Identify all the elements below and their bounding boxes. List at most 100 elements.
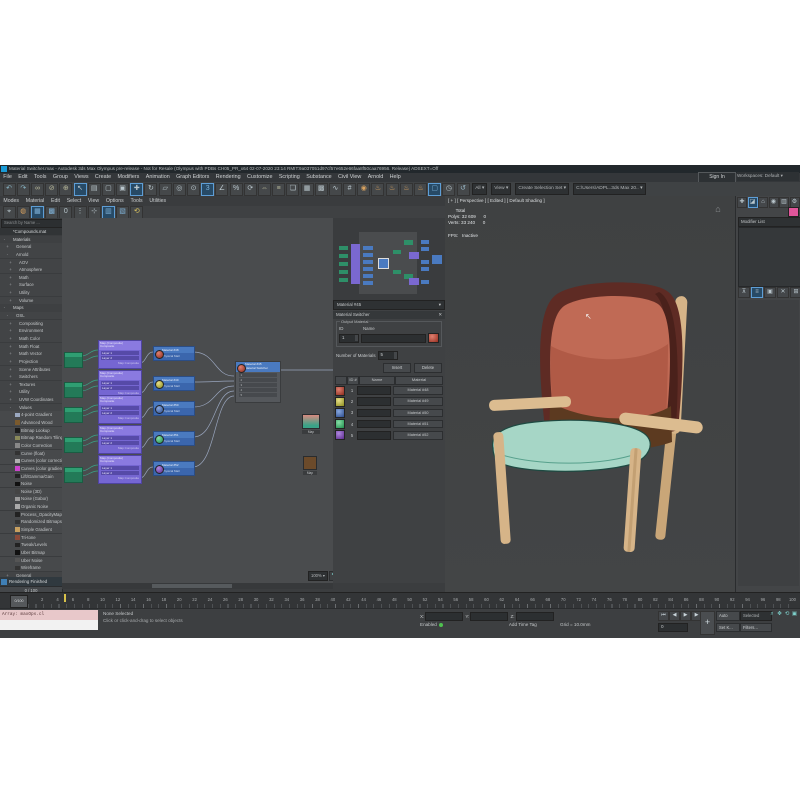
timeline-ruler[interactable]: 2468101214161820222426283032343638404244… [28,595,796,608]
material-sphere-icon[interactable] [335,419,345,429]
browser-tree-item[interactable]: + General [0,243,62,250]
browser-tree-item[interactable]: + Math Float [0,343,62,350]
toolbar-icon[interactable]: ▦ [301,183,314,196]
prev-frame-button[interactable]: ◀ [669,611,680,621]
toolbar-icon[interactable]: ◉ [357,183,370,196]
viewport-nav-icon[interactable]: ⌕ [769,611,776,618]
slate-toolbar-icon[interactable]: ⋮ [74,206,87,219]
menu-file[interactable]: File [0,173,15,182]
toolbar-icon[interactable]: ↷ [17,183,30,196]
switcher-input[interactable]: 1 [239,373,277,377]
menu-animation[interactable]: Animation [143,173,173,182]
toolbar-icon[interactable]: ▩ [315,183,328,196]
toolbar-icon[interactable]: ▤ [88,183,101,196]
browser-tree-item[interactable]: *Compounds.mat [0,228,62,235]
navigator-panel[interactable] [333,218,445,301]
browser-tree-item[interactable]: Uber Noise [0,557,62,564]
toolbar-icon[interactable]: ▢ [102,183,115,196]
browser-tree-item[interactable]: + Textures [0,381,62,388]
browser-tree-item[interactable]: Tri-tone [0,534,62,541]
material-sphere-icon[interactable] [335,386,345,396]
bitmap-node[interactable] [64,382,83,398]
browser-tree-item[interactable]: + Switchers [0,373,62,380]
command-panel-tab[interactable]: ◪ [748,197,758,208]
toolbar-icon[interactable]: ↺ [457,183,470,196]
slate-toolbar-icon[interactable]: ◍ [17,206,30,219]
toolbar-icon[interactable]: ▣ [116,183,129,196]
slate-menu-options[interactable]: Options [102,196,127,206]
browser-tree-item[interactable]: + Volume [0,297,62,304]
bitmap-node[interactable] [64,352,83,368]
zoom-level-dropdown[interactable]: 100% ▾ [308,571,328,581]
maxscript-mini-listener[interactable]: Array: maxOps.cl [0,610,98,630]
slate-menu-material[interactable]: Material [22,196,47,206]
composite-map-node[interactable]: Map (Composite)Composite Layer 1 Layer 2… [98,455,142,484]
toolbar-icon[interactable]: ◷ [442,183,455,196]
floating-map-node[interactable]: Map [302,414,320,434]
menu-scripting[interactable]: Scripting [276,173,303,182]
viewport-nav-icon[interactable]: ✥ [776,611,783,618]
toolbar-icon[interactable]: ⊙ [187,183,200,196]
search-input[interactable]: Search by Name ... [1,219,63,228]
insert-button[interactable]: Insert [383,363,411,373]
bitmap-node[interactable] [64,407,83,423]
toolbar-icon[interactable]: % [230,183,243,196]
toolbar-icon[interactable]: ♨ [414,183,427,196]
toolbar-icon[interactable]: ⊘ [45,183,58,196]
slate-toolbar-icon[interactable]: ⊹ [88,206,101,219]
toolbar-icon[interactable]: ⇔ [258,183,271,196]
modifier-list-dropdown[interactable]: Modifier List [738,217,800,227]
browser-tree-item[interactable]: Tweak/Levels [0,541,62,548]
composite-map-node[interactable]: Map (Composite)Composite Layer 1 Layer 2… [98,395,142,424]
toolbar-icon[interactable]: ♨ [371,183,384,196]
slate-menu-tools[interactable]: Tools [127,196,146,206]
material-sphere-icon[interactable] [335,408,345,418]
current-frame-field[interactable]: 0 [658,623,688,632]
toolbar-icon[interactable]: ↖ [74,183,87,196]
menu-graph-editors[interactable]: Graph Editors [173,173,213,182]
toolbar-icon[interactable]: ✚ [130,183,143,196]
material-name-field[interactable] [357,431,391,440]
material-name-field[interactable] [357,409,391,418]
physical-material-node[interactable]: Material #51 Physical Matl [153,431,195,446]
toolbar-icon[interactable]: ▢ [428,183,441,196]
browser-tree-item[interactable]: Uber Bitmap [0,549,62,556]
floating-map-node[interactable]: Map [303,456,317,475]
slate-toolbar-icon[interactable]: ⟲ [130,206,143,219]
physical-material-node[interactable]: Material #49 Physical Matl [153,376,195,391]
menu-substance[interactable]: Substance [303,173,335,182]
menu-rendering[interactable]: Rendering [213,173,244,182]
command-panel-tab[interactable]: ✚ [737,197,747,208]
toolbar-icon[interactable]: ∿ [329,183,342,196]
browser-tree-item[interactable]: Organic Noise [0,503,62,510]
switcher-input[interactable]: 3 [239,383,277,387]
browser-tree-item[interactable]: Randomized Bitmaps [0,518,62,525]
browser-tree-item[interactable]: + UVW Coordinates [0,396,62,403]
physical-material-node[interactable]: Material #50 Physical Matl [153,401,195,416]
browser-tree-item[interactable]: + Surface [0,281,62,288]
go-to-start-button[interactable]: ⏮ [658,611,669,621]
perspective-viewport[interactable]: [ + ] [ Perspective ] [ Edited ] [ Defau… [445,196,735,592]
slate-toolbar-icon[interactable]: ⌖ [3,206,16,219]
material-name-field[interactable] [357,420,391,429]
browser-tree-item[interactable]: + Math Vector [0,350,62,357]
browser-tree-item[interactable]: + AOV [0,259,62,266]
toolbar-icon[interactable]: ↻ [144,183,157,196]
toolbar-icon[interactable]: ♨ [400,183,413,196]
browser-tree-item[interactable]: + Utility [0,289,62,296]
z-coordinate-field[interactable] [516,612,554,621]
toolbar-icon[interactable]: # [343,183,356,196]
switcher-input[interactable]: 5 [239,393,277,397]
browser-tree-item[interactable]: Wireframe [0,564,62,571]
slate-toolbar-icon[interactable]: 0 [59,206,72,219]
physical-material-node[interactable]: Material #52 Physical Matl [153,461,195,476]
browser-tree-item[interactable]: + Projection [0,358,62,365]
command-panel-tab[interactable]: ⌂ [758,197,768,208]
object-color-swatch[interactable] [788,207,799,217]
composite-map-node[interactable]: Map (Composite)Composite Layer 1 Layer 2… [98,425,142,454]
browser-tree-item[interactable]: + Environment [0,327,62,334]
stack-button[interactable]: ✕ [777,287,789,298]
menu-arnold[interactable]: Arnold [365,173,387,182]
physical-material-node[interactable]: Material #48 Physical Matl [153,346,195,361]
output-material-swatch[interactable] [428,333,439,343]
